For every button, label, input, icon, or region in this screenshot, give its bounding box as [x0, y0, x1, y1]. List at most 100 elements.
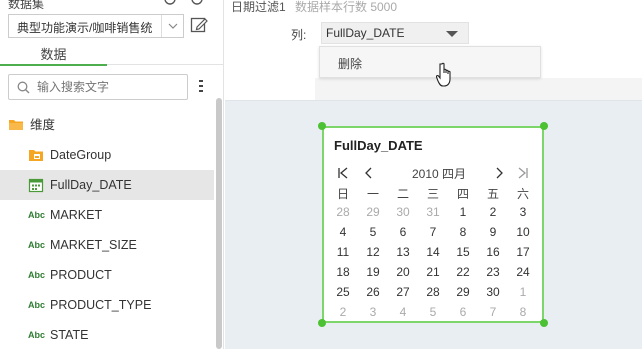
search-input[interactable]: [37, 79, 182, 95]
tree-item-state[interactable]: Abc STATE: [0, 320, 214, 350]
tree-scrollbar[interactable]: [216, 98, 222, 349]
calendar-day[interactable]: 26: [358, 285, 388, 299]
resize-handle-bottom-left[interactable]: [318, 319, 326, 327]
folder-icon: [9, 120, 23, 130]
tree-item-label: FullDay_DATE: [50, 178, 132, 192]
column-select[interactable]: FullDay_DATE: [321, 22, 469, 44]
sample-count: 数据样本行数 5000: [295, 0, 398, 14]
next-month-icon[interactable]: [492, 166, 506, 180]
calendar-day[interactable]: 17: [508, 245, 538, 259]
refresh-icon[interactable]: [162, 0, 206, 6]
calendar-day[interactable]: 23: [478, 265, 508, 279]
dataset-select-value: 典型功能演示/咖啡销售统: [17, 21, 153, 35]
calendar-day[interactable]: 27: [388, 285, 418, 299]
calendar-day[interactable]: 9: [478, 225, 508, 239]
dataset-label: 数据集: [8, 0, 45, 11]
calendar-day[interactable]: 5: [358, 225, 388, 239]
abc-icon: Abc: [28, 330, 46, 340]
prev-month-icon[interactable]: [362, 166, 376, 180]
calendar-day[interactable]: 5: [418, 305, 448, 319]
panel-strip: [315, 78, 642, 100]
weekday-label: 一: [366, 187, 379, 201]
tab-data[interactable]: 数据: [0, 44, 107, 66]
dataset-select[interactable]: 典型功能演示/咖啡销售统: [8, 14, 184, 38]
tree-item-market[interactable]: Abc MARKET: [0, 200, 214, 230]
tree-item-market-size[interactable]: Abc MARKET_SIZE: [0, 230, 214, 260]
abc-icon: Abc: [28, 270, 46, 280]
calendar-day[interactable]: 21: [418, 265, 448, 279]
tree-folder-label: 维度: [30, 118, 56, 132]
calendar-day[interactable]: 7: [418, 225, 448, 239]
weekday-label: 二: [396, 187, 409, 201]
calendar-day[interactable]: 8: [508, 305, 538, 319]
tree-item-fullday-date[interactable]: FullDay_DATE: [0, 170, 214, 200]
resize-handle-top-left[interactable]: [318, 122, 326, 130]
weekday-label: 日: [336, 187, 349, 201]
calendar-day[interactable]: 7: [478, 305, 508, 319]
calendar-day[interactable]: 10: [508, 225, 538, 239]
date-group-icon: [29, 150, 43, 161]
last-month-icon[interactable]: [516, 166, 530, 180]
calendar-day[interactable]: 3: [358, 305, 388, 319]
abc-icon: Abc: [28, 300, 46, 310]
calendar-day[interactable]: 25: [328, 285, 358, 299]
calendar-day[interactable]: 4: [388, 305, 418, 319]
calendar-day[interactable]: 2: [328, 305, 358, 319]
calendar-day[interactable]: 13: [388, 245, 418, 259]
tree-item-label: MARKET_SIZE: [50, 238, 137, 252]
calendar-day[interactable]: 8: [448, 225, 478, 239]
tree-item-label: MARKET: [50, 208, 103, 222]
edit-icon[interactable]: [190, 16, 208, 34]
calendar-day[interactable]: 15: [448, 245, 478, 259]
calendar-day[interactable]: 11: [328, 245, 358, 259]
calendar-day[interactable]: 3: [508, 205, 538, 219]
tree-item-dategroup[interactable]: DateGroup: [0, 140, 214, 170]
resize-handle-bottom-right[interactable]: [540, 319, 548, 327]
calendar-day[interactable]: 6: [388, 225, 418, 239]
top-toolbar-icons: [162, 0, 206, 9]
caret-down-icon[interactable]: [446, 31, 458, 37]
filter-name: 日期过滤1: [231, 0, 286, 14]
column-select-value: FullDay_DATE: [326, 26, 405, 40]
weekday-label: 四: [456, 187, 469, 201]
calendar-day[interactable]: 29: [358, 205, 388, 219]
calendar-title: FullDay_DATE: [334, 138, 423, 153]
more-menu-icon[interactable]: [198, 78, 204, 94]
abc-icon: Abc: [28, 210, 46, 220]
date-filter-calendar[interactable]: FullDay_DATE 2010 四月 日一二三四五六 28 29 30 31 1 2 3…: [322, 126, 544, 323]
column-label: 列:: [291, 28, 307, 42]
menu-item-delete[interactable]: 删除: [338, 55, 362, 72]
calendar-day[interactable]: 1: [448, 205, 478, 219]
search-box[interactable]: [8, 74, 188, 100]
calendar-day[interactable]: 19: [358, 265, 388, 279]
calendar-day[interactable]: 28: [418, 285, 448, 299]
tree-item-label: STATE: [50, 328, 89, 342]
resize-handle-top-right[interactable]: [540, 122, 548, 130]
calendar-day[interactable]: 18: [328, 265, 358, 279]
calendar-day[interactable]: 31: [418, 205, 448, 219]
tree-item-product[interactable]: Abc PRODUCT: [0, 260, 214, 290]
tree-item-product-type[interactable]: Abc PRODUCT_TYPE: [0, 290, 214, 320]
weekday-label: 三: [426, 187, 439, 201]
calendar-day[interactable]: 20: [388, 265, 418, 279]
calendar-day[interactable]: 14: [418, 245, 448, 259]
first-month-icon[interactable]: [336, 166, 350, 180]
calendar-day[interactable]: 2: [478, 205, 508, 219]
calendar-day[interactable]: 28: [328, 205, 358, 219]
calendar-day[interactable]: 30: [478, 285, 508, 299]
tab-divider: [107, 64, 223, 65]
calendar-day[interactable]: 30: [388, 205, 418, 219]
calendar-day[interactable]: 29: [448, 285, 478, 299]
calendar-day[interactable]: 1: [508, 285, 538, 299]
chevron-down-icon[interactable]: [161, 15, 183, 37]
calendar-day[interactable]: 12: [358, 245, 388, 259]
column-dropdown-menu: 删除: [319, 46, 541, 78]
calendar-day[interactable]: 16: [478, 245, 508, 259]
weekday-label: 五: [486, 187, 499, 201]
search-icon: [17, 81, 30, 94]
calendar-day[interactable]: 24: [508, 265, 538, 279]
tree-folder-dimension[interactable]: 维度: [0, 110, 214, 140]
calendar-day[interactable]: 6: [448, 305, 478, 319]
calendar-day[interactable]: 4: [328, 225, 358, 239]
calendar-day[interactable]: 22: [448, 265, 478, 279]
